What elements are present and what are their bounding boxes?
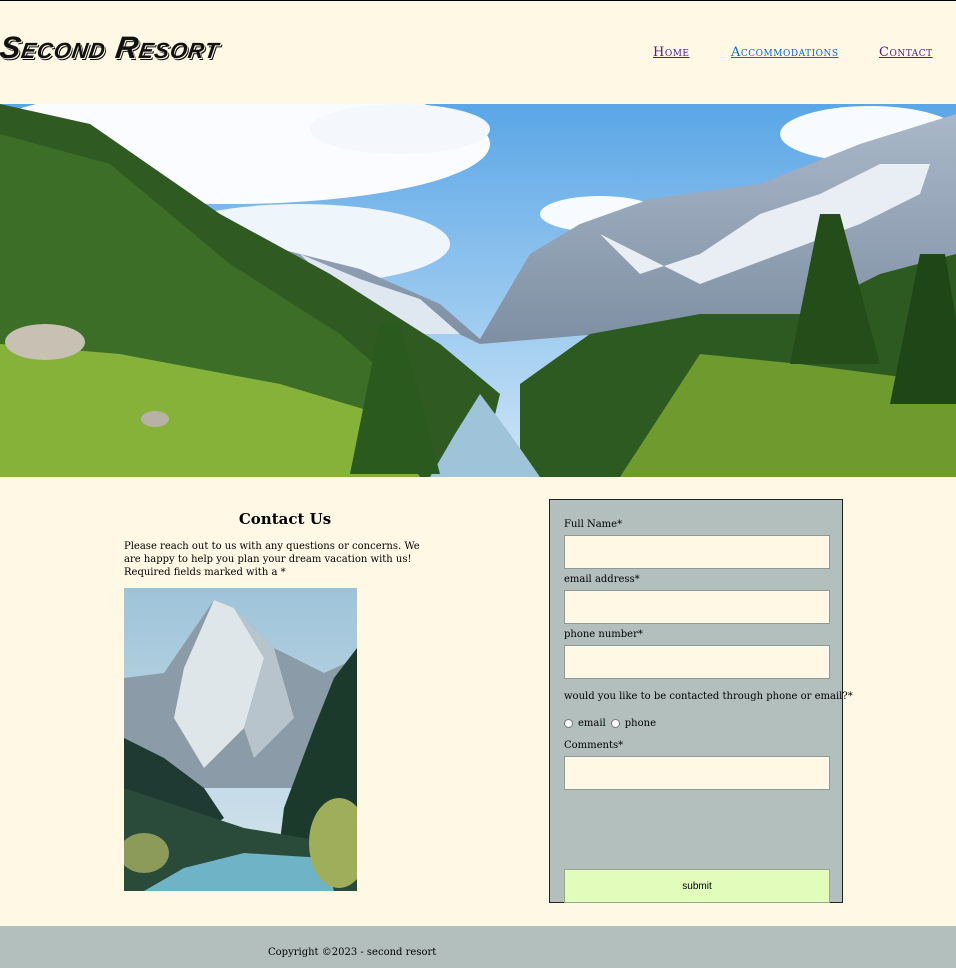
contact-preference-options: email phone [564, 718, 656, 729]
email-label: email address* [564, 574, 640, 585]
nav-contact-link[interactable]: Contact [879, 45, 933, 60]
contact-title: Contact Us [238, 510, 332, 528]
nav-accommodations-link[interactable]: Accommodations [731, 45, 839, 60]
hero-image [0, 104, 956, 477]
submit-button[interactable]: submit [564, 869, 830, 903]
mountain-photo [124, 588, 357, 891]
nav-home-link[interactable]: Home [653, 45, 690, 60]
email-input[interactable] [564, 590, 830, 624]
email-option-label: email [578, 718, 606, 729]
comments-label: Comments* [564, 740, 624, 751]
phone-label: phone number* [564, 629, 643, 640]
phone-option-label: phone [624, 718, 656, 729]
copyright-text: Copyright ©2023 - second resort [268, 947, 437, 958]
contact-form: Full Name* email address* phone number* … [549, 499, 853, 903]
full-name-input[interactable] [564, 535, 830, 569]
top-border [0, 0, 956, 1]
email-radio[interactable] [564, 719, 573, 728]
footer: Copyright ©2023 - second resort [0, 926, 956, 968]
contact-description: Please reach out to us with any question… [124, 541, 420, 578]
comments-input[interactable] [564, 756, 830, 790]
site-logo[interactable]: Second Resort [0, 30, 222, 66]
phone-radio[interactable] [610, 719, 620, 728]
contact-preference-label: would you like to be contacted through p… [564, 691, 853, 702]
full-name-label: Full Name* [564, 519, 623, 530]
phone-input[interactable] [564, 645, 830, 679]
